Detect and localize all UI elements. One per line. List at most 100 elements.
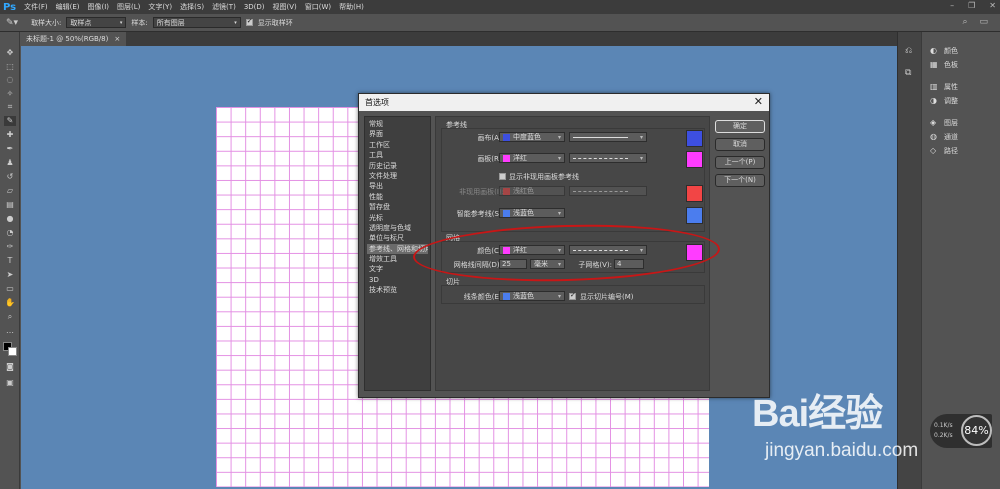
next-button[interactable]: 下一个(N) [715,174,765,187]
marquee-tool-icon[interactable]: ⬚ [4,62,16,72]
minimize-icon[interactable]: – [950,1,954,10]
category-item[interactable]: 工作区 [367,140,428,150]
category-item[interactable]: 3D [367,275,428,285]
background-color-swatch[interactable] [8,347,17,356]
category-item[interactable]: 单位与标尺 [367,233,428,243]
pen-tool-icon[interactable]: ✑ [4,242,16,252]
ok-button[interactable]: 确定 [715,120,765,133]
dashed-line-icon [573,190,628,192]
artboard-guide-style-select[interactable]: ▾ [569,153,647,163]
dodge-tool-icon[interactable]: ◔ [4,228,16,238]
panel-adjustments[interactable]: ◑ 调整 [930,96,958,106]
move-tool-icon[interactable]: ✥ [4,48,16,58]
category-item[interactable]: 工具 [367,150,428,160]
smart-guide-color-swatch[interactable] [686,207,703,224]
show-ring-checkbox[interactable] [245,17,253,26]
restore-icon[interactable]: ❐ [968,1,975,10]
more-tools-icon[interactable]: … [4,326,16,336]
category-item[interactable]: 文字 [367,264,428,274]
eyedropper-tool-icon[interactable]: ✎ [4,116,16,126]
menu-view[interactable]: 视图(V) [269,2,301,12]
path-select-tool-icon[interactable]: ➤ [4,270,16,280]
category-item[interactable]: 透明度与色域 [367,223,428,233]
show-nonselected-checkbox[interactable] [499,173,506,180]
sample-size-select[interactable]: 取样点 ▾ [66,17,127,28]
eyedropper-icon[interactable]: ✎▾ [6,18,18,28]
history-brush-tool-icon[interactable]: ↺ [4,172,16,182]
menu-layer[interactable]: 图层(L) [113,2,144,12]
quick-select-tool-icon[interactable]: ✧ [4,89,16,99]
adjustments-icon: ◑ [930,96,937,105]
panel-layers[interactable]: ◈ 图层 [930,118,958,128]
healing-tool-icon[interactable]: ✚ [4,130,16,140]
category-item[interactable]: 历史记录 [367,161,428,171]
artboard-guide-color-select[interactable]: 洋红 ▾ [499,153,565,163]
sample-select[interactable]: 所有图层 ▾ [152,17,241,28]
category-item[interactable]: 常规 [367,119,428,129]
tools-panel: ✥ ⬚ ◌ ✧ ⌗ ✎ ✚ ✒ ♟ ↺ ▱ ▤ ● ◔ ✑ T ➤ ▭ ✋ ⌕ … [0,32,20,489]
menu-3d[interactable]: 3D(D) [240,3,269,11]
properties-panel-icon[interactable]: ⧉ [905,68,911,78]
color-icon: ◐ [930,46,937,55]
shape-tool-icon[interactable]: ▭ [4,284,16,294]
menu-file[interactable]: 文件(F) [20,2,52,12]
photoshop-logo: Ps [3,1,17,13]
menu-image[interactable]: 图像(I) [84,2,114,12]
stamp-tool-icon[interactable]: ♟ [4,158,16,168]
nonselected-color-swatch[interactable] [686,185,703,202]
menu-help[interactable]: 帮助(H) [335,2,368,12]
artboard-guide-color-swatch[interactable] [686,151,703,168]
panel-color[interactable]: ◐ 颜色 [930,46,958,56]
search-icon[interactable]: ⌕ [962,17,967,27]
panel-paths[interactable]: ◇ 路径 [930,146,958,156]
nonselected-color-select[interactable]: 浅红色 [499,186,565,196]
workspace-icon[interactable]: ▭ [979,17,988,27]
nonselected-style-select[interactable] [569,186,647,196]
category-item[interactable]: 界面 [367,129,428,139]
menu-filter[interactable]: 滤镜(T) [208,2,240,12]
category-item[interactable]: 暂存盘 [367,202,428,212]
canvas-guide-style-select[interactable]: ▾ [569,132,647,142]
document-tab[interactable]: 未标题-1 @ 50%(RGB/8) × [20,32,127,46]
slice-line-color-select[interactable]: 浅蓝色 ▾ [499,291,565,301]
menu-window[interactable]: 窗口(W) [301,2,335,12]
type-tool-icon[interactable]: T [4,256,16,266]
panel-dock-strip: ⎌ ⧉ [897,32,921,489]
category-item[interactable]: 导出 [367,181,428,191]
close-icon[interactable]: ✕ [754,95,763,108]
menu-edit[interactable]: 编辑(E) [52,2,84,12]
category-item[interactable]: 技术预览 [367,285,428,295]
cancel-button[interactable]: 取消 [715,138,765,151]
panel-channels[interactable]: ◍ 通道 [930,132,958,142]
canvas-guide-color-select[interactable]: 中度蓝色 ▾ [499,132,565,142]
panel-properties[interactable]: ▥ 属性 [930,82,958,92]
quick-mask-icon[interactable]: ◙ [4,362,16,372]
category-item[interactable]: 文件处理 [367,171,428,181]
prev-button[interactable]: 上一个(P) [715,156,765,169]
category-item[interactable]: 光标 [367,213,428,223]
zoom-tool-icon[interactable]: ⌕ [4,312,16,322]
baidu-url: jingyan.baidu.com [765,440,919,461]
canvas-guide-color-swatch[interactable] [686,130,703,147]
brush-tool-icon[interactable]: ✒ [4,144,16,154]
dialog-titlebar[interactable]: 首选项 ✕ [359,94,769,111]
dialog-title: 首选项 [365,98,389,107]
channels-icon: ◍ [930,132,937,141]
smart-guide-color-select[interactable]: 浅蓝色 ▾ [499,208,565,218]
crop-tool-icon[interactable]: ⌗ [4,102,16,112]
hand-tool-icon[interactable]: ✋ [4,298,16,308]
blur-tool-icon[interactable]: ● [4,214,16,224]
panel-swatches[interactable]: ▦ 色板 [930,60,958,70]
eraser-tool-icon[interactable]: ▱ [4,186,16,196]
lasso-tool-icon[interactable]: ◌ [4,75,16,85]
menu-select[interactable]: 选择(S) [176,2,208,12]
history-panel-icon[interactable]: ⎌ [905,46,912,56]
show-slice-numbers-checkbox[interactable] [569,291,576,300]
show-ring-label: 显示取样环 [257,18,293,27]
category-item[interactable]: 性能 [367,192,428,202]
close-icon[interactable]: ✕ [989,1,996,10]
close-tab-icon[interactable]: × [114,35,120,43]
screen-mode-icon[interactable]: ▣ [4,378,16,388]
menu-type[interactable]: 文字(Y) [144,2,176,12]
gradient-tool-icon[interactable]: ▤ [4,200,16,210]
